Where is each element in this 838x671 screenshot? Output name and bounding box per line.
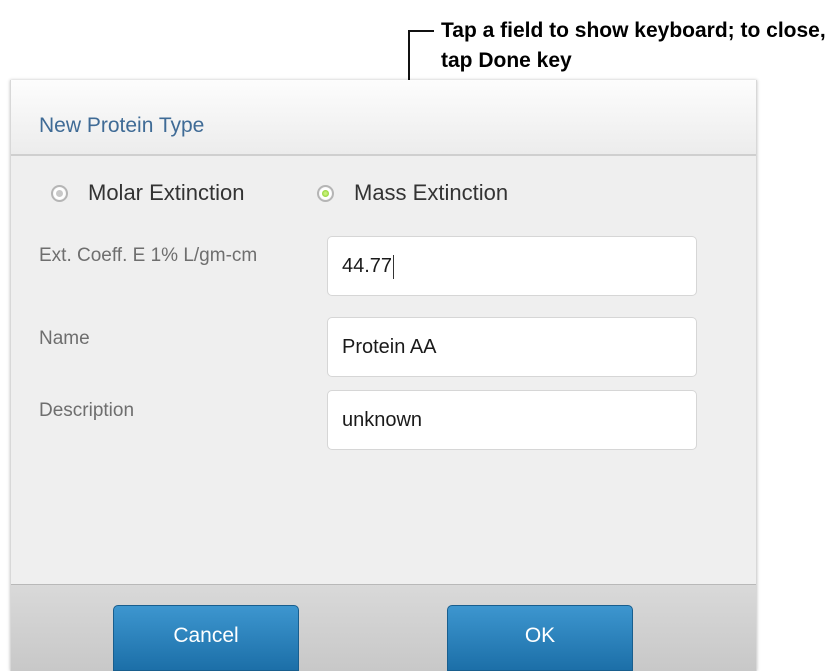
page: Tap a field to show keyboard; to close, … <box>0 0 838 671</box>
cancel-button[interactable]: Cancel <box>113 605 299 671</box>
callout-leader-tick <box>408 30 434 32</box>
radio-unchecked-icon <box>51 184 68 202</box>
name-value: Protein AA <box>342 336 437 358</box>
text-cursor <box>393 254 395 279</box>
description-value: unknown <box>342 409 423 431</box>
callout-annotation: Tap a field to show keyboard; to close, … <box>441 19 826 72</box>
name-input[interactable]: Protein AA <box>327 317 697 377</box>
description-input[interactable]: unknown <box>327 390 697 450</box>
ext-coeff-label: Ext. Coeff. E 1% L/gm-cm <box>39 245 258 266</box>
mass-extinction-radio[interactable]: Mass Extinction <box>317 180 508 206</box>
new-protein-type-dialog: New Protein Type Molar Extinction Mass E… <box>10 80 757 671</box>
molar-extinction-label: Molar Extinction <box>88 180 245 205</box>
ext-coeff-input[interactable]: 44.77 <box>327 236 697 296</box>
description-label: Description <box>39 400 135 421</box>
mass-extinction-label: Mass Extinction <box>354 180 509 205</box>
name-label: Name <box>39 328 90 349</box>
ext-coeff-value: 44.77 <box>342 255 393 277</box>
dialog-footer: Cancel OK <box>11 584 756 671</box>
dialog-title: New Protein Type <box>39 114 205 137</box>
dialog-header: New Protein Type <box>11 80 756 156</box>
molar-extinction-radio[interactable]: Molar Extinction <box>51 180 245 206</box>
ok-button[interactable]: OK <box>447 605 633 671</box>
radio-checked-icon <box>317 184 334 202</box>
